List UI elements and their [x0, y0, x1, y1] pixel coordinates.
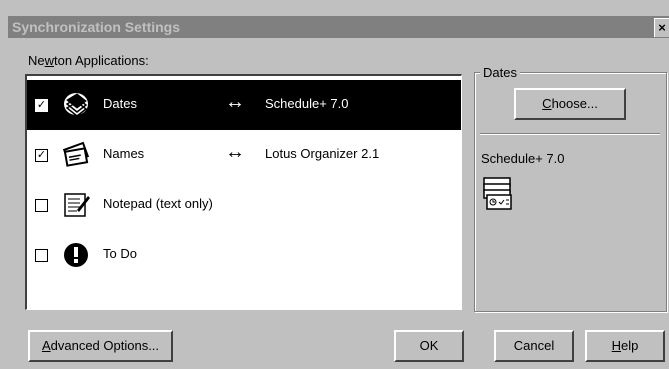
target-app-names: Lotus Organizer 2.1 — [265, 146, 380, 161]
sync-arrow-names: ↔ — [225, 141, 245, 163]
schedule-plus-icon — [483, 177, 512, 210]
advanced-options-button[interactable]: Advanced Options... — [28, 330, 173, 362]
window-title: Synchronization Settings — [12, 19, 181, 35]
sync-settings-dialog: Synchronization Settings × Newton Applic… — [0, 0, 669, 369]
group-divider — [480, 133, 660, 135]
todo-checkbox[interactable] — [35, 249, 48, 262]
list-item-names[interactable]: ✓ Names ↔ Lotus Organizer 2.1 — [27, 130, 461, 180]
title-bar: Synchronization Settings × — [8, 16, 669, 38]
app-name-names: Names — [103, 146, 145, 161]
list-item-notepad[interactable]: Notepad (text only) — [27, 180, 461, 230]
selected-target-app: Schedule+ 7.0 — [481, 151, 565, 166]
dates-checkbox[interactable]: ✓ — [35, 99, 48, 112]
exclamation-icon — [64, 243, 88, 267]
ok-button[interactable]: OK — [394, 330, 464, 362]
app-name-notepad: Notepad (text only) — [103, 196, 213, 211]
names-checkbox[interactable]: ✓ — [35, 149, 48, 162]
help-button[interactable]: Help — [585, 330, 665, 362]
app-name-todo: To Do — [103, 246, 137, 261]
notepad-icon — [64, 193, 90, 217]
close-button[interactable]: × — [654, 18, 669, 37]
notepad-checkbox[interactable] — [35, 199, 48, 212]
list-item-todo[interactable]: To Do — [27, 230, 461, 280]
newton-applications-label: Newton Applications: — [28, 53, 149, 68]
dates-group-legend: Dates — [480, 65, 520, 80]
choose-button[interactable]: Choose... — [514, 88, 626, 120]
list-item-dates[interactable]: ✓ Dates ↔ Schedule+ 7.0 — [27, 80, 461, 130]
app-name-dates: Dates — [103, 96, 137, 111]
cards-icon — [62, 141, 90, 167]
sync-arrow-dates: ↔ — [225, 91, 245, 113]
target-app-dates: Schedule+ 7.0 — [265, 96, 349, 111]
cancel-button[interactable]: Cancel — [494, 330, 574, 362]
applications-list[interactable]: ✓ Dates ↔ Schedule+ 7.0 ✓ Names ↔ Lotus … — [25, 74, 462, 310]
calendar-stack-icon — [64, 93, 88, 117]
